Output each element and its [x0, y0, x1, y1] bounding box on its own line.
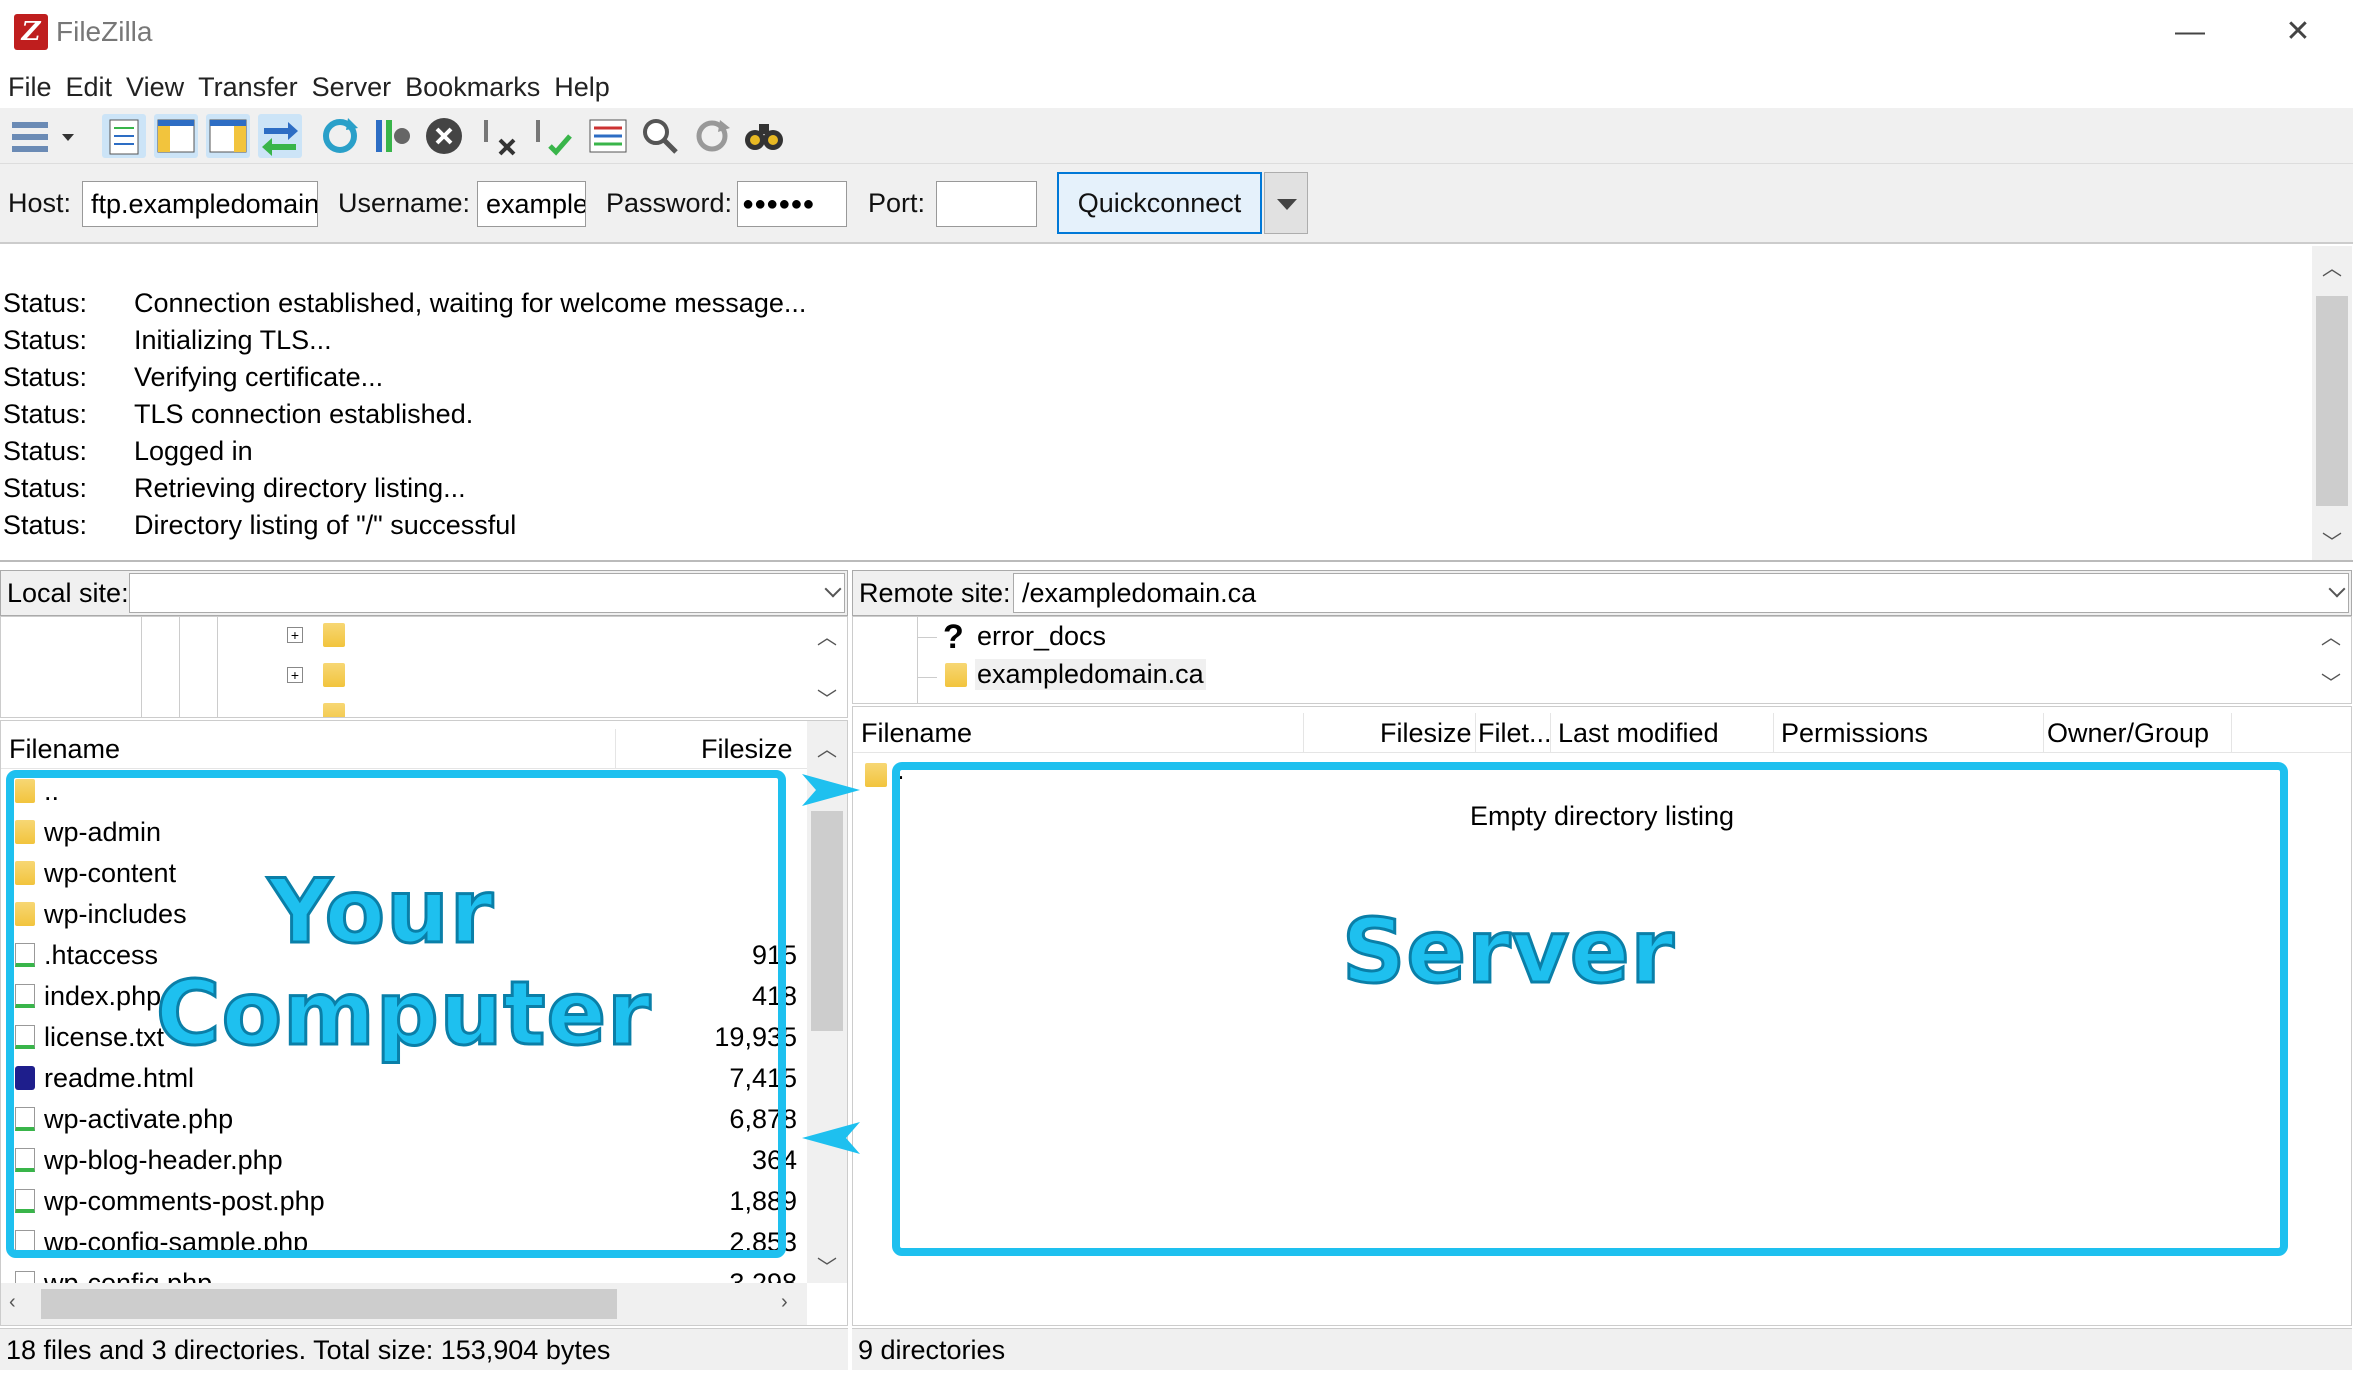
remote-site-label: Remote site: — [859, 578, 1011, 608]
local-directory-tree[interactable]: + + ︿ ﹀ — [0, 616, 848, 718]
local-scroll-thumb[interactable] — [811, 811, 843, 1031]
search-remote-files-icon[interactable] — [742, 114, 786, 158]
menu-edit[interactable]: Edit — [66, 66, 113, 108]
username-label: Username: — [338, 188, 471, 218]
log-line: Status: TLS connection established. — [3, 399, 474, 429]
local-status-bar: 18 files and 3 directories. Total size: … — [0, 1328, 848, 1370]
cancel-operation-icon[interactable] — [422, 114, 466, 158]
quickconnect-button[interactable]: Quickconnect — [1057, 172, 1262, 234]
filezilla-logo-icon: Z — [14, 14, 48, 50]
local-hscroll-thumb[interactable] — [41, 1289, 617, 1319]
folder-icon — [323, 663, 345, 687]
arrow-to-computer-icon — [802, 1122, 860, 1154]
menu-server[interactable]: Server — [312, 66, 392, 108]
scroll-up-icon[interactable]: ︿ — [2312, 252, 2352, 281]
remote-site-bar: Remote site: /exampledomain.ca — [852, 570, 2352, 616]
remote-tree-toggle-icon[interactable] — [206, 114, 250, 158]
site-manager-icon[interactable] — [8, 114, 52, 158]
log-line: Status: Connection established, waiting f… — [3, 288, 807, 318]
username-input[interactable]: example — [477, 181, 586, 227]
remote-status-bar: 9 directories — [852, 1328, 2352, 1370]
column-last-modified[interactable]: Last modified — [1558, 713, 1719, 753]
synchronized-browsing-icon[interactable] — [690, 114, 734, 158]
column-filename[interactable]: Filename — [861, 713, 972, 753]
local-horizontal-scrollbar[interactable]: ‹ › — [1, 1283, 807, 1325]
process-queue-icon[interactable] — [370, 114, 414, 158]
quickconnect-bar: Host: ftp.exampledomain.ca Username: exa… — [0, 164, 2353, 244]
column-filetype[interactable]: Filet... — [1478, 713, 1552, 753]
local-site-label: Local site: — [7, 578, 129, 608]
title-bar: Z FileZilla — ✕ — [0, 0, 2353, 66]
menu-view[interactable]: View — [126, 66, 184, 108]
remote-site-path[interactable]: /exampledomain.ca — [1013, 573, 2349, 613]
close-button[interactable]: ✕ — [2258, 10, 2338, 54]
window-title: FileZilla — [56, 16, 153, 47]
column-filesize[interactable]: Filesize — [1380, 713, 1472, 753]
directory-filter-icon[interactable] — [586, 114, 630, 158]
local-tree-scrollbar[interactable]: ︿ ﹀ — [807, 617, 847, 717]
log-scrollbar[interactable]: ︿ ﹀ — [2312, 246, 2352, 560]
expand-icon[interactable]: + — [287, 627, 303, 643]
folder-icon — [323, 703, 345, 717]
password-label: Password: — [606, 188, 733, 218]
column-filesize[interactable]: Filesize — [701, 729, 793, 769]
message-log-toggle-icon[interactable] — [102, 114, 146, 158]
log-line: Status: Logged in — [3, 436, 253, 466]
port-input[interactable] — [936, 181, 1037, 227]
remote-directory-tree[interactable]: ? error_docs exampledomain.ca ︿ ﹀ — [852, 616, 2352, 704]
log-line: Status: Verifying certificate... — [3, 362, 384, 392]
column-owner-group[interactable]: Owner/Group — [2047, 713, 2209, 753]
refresh-icon[interactable] — [318, 114, 362, 158]
expand-icon[interactable]: + — [287, 667, 303, 683]
arrow-to-server-icon — [802, 774, 860, 806]
local-site-bar: Local site: — [0, 570, 848, 616]
host-label: Host: — [8, 188, 72, 218]
site-manager-dropdown-icon[interactable] — [56, 114, 80, 158]
log-line: Status: Initializing TLS... — [3, 325, 332, 355]
log-line: Status: Retrieving directory listing... — [3, 473, 466, 503]
toolbar — [0, 108, 2353, 164]
host-input[interactable]: ftp.exampledomain.ca — [82, 181, 318, 227]
local-list-header: Filename Filesize — [1, 729, 807, 769]
reconnect-icon[interactable] — [530, 114, 574, 158]
remote-highlight-box — [892, 762, 2288, 1256]
folder-icon — [945, 663, 967, 687]
menu-bookmarks[interactable]: Bookmarks — [405, 66, 540, 108]
transfer-queue-toggle-icon[interactable] — [258, 114, 302, 158]
menu-file[interactable]: File — [8, 66, 52, 108]
maximize-button[interactable] — [2153, 10, 2233, 54]
local-tree-toggle-icon[interactable] — [154, 114, 198, 158]
remote-tree-scrollbar[interactable]: ︿ ﹀ — [2311, 617, 2351, 703]
quickconnect-history-dropdown[interactable] — [1264, 172, 1308, 234]
folder-icon — [865, 763, 887, 787]
directory-compare-icon[interactable] — [638, 114, 682, 158]
column-filename[interactable]: Filename — [9, 729, 120, 769]
question-icon: ? — [943, 618, 964, 656]
your-label: Your — [266, 859, 495, 965]
message-log: Status: Connection established, waiting f… — [0, 246, 2353, 562]
log-line: Status: Directory listing of "/" successf… — [3, 510, 517, 540]
computer-label: Computer — [155, 961, 653, 1067]
tree-item-exampledomain[interactable]: exampledomain.ca — [975, 659, 1206, 690]
port-label: Port: — [868, 188, 926, 218]
local-site-path[interactable] — [129, 573, 845, 613]
remote-list-header: Filename Filesize Filet... Last modified… — [853, 713, 2351, 753]
password-input[interactable]: ●●●●●● — [737, 181, 847, 227]
menu-bar: File Edit View Transfer Server Bookmarks Help — [0, 66, 2353, 108]
scroll-down-icon[interactable]: ﹀ — [2312, 526, 2352, 555]
tree-item-error-docs[interactable]: error_docs — [977, 621, 1106, 652]
menu-transfer[interactable]: Transfer — [198, 66, 298, 108]
log-scroll-thumb[interactable] — [2316, 296, 2348, 506]
folder-icon — [323, 623, 345, 647]
menu-help[interactable]: Help — [554, 66, 610, 108]
disconnect-icon[interactable] — [478, 114, 522, 158]
server-label: Server — [1341, 899, 1676, 1005]
column-permissions[interactable]: Permissions — [1781, 713, 1928, 753]
